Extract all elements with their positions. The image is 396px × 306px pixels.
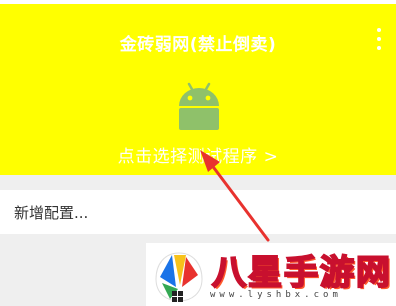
add-config-row[interactable]: 新增配置... — [0, 190, 396, 234]
app-header: 金砖弱网(禁止倒卖) 点击选择测试程序 > — [0, 0, 396, 175]
section-divider — [0, 175, 396, 190]
watermark-icon — [155, 252, 203, 302]
select-test-program-link[interactable]: 点击选择测试程序 > — [0, 142, 396, 167]
more-vert-icon[interactable] — [374, 28, 384, 50]
status-bar — [0, 0, 396, 4]
app-title: 金砖弱网(禁止倒卖) — [119, 35, 277, 55]
android-icon[interactable] — [174, 80, 224, 132]
watermark-logo: 八星手游网 www.lyshbx.com — [146, 243, 396, 306]
watermark-url: www.lyshbx.com — [210, 290, 342, 300]
add-config-label: 新增配置... — [14, 204, 89, 222]
watermark-name: 八星手游网 — [211, 252, 392, 294]
